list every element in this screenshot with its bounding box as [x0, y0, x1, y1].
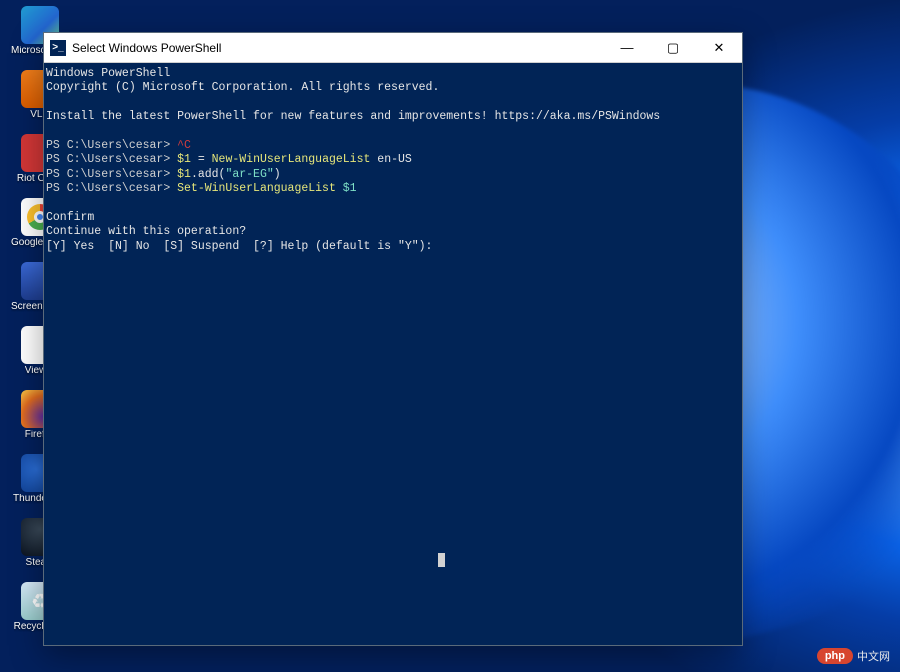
powershell-window: >_ Select Windows PowerShell — ▢ ✕ Windo…: [43, 32, 743, 646]
cmd-method: .add(: [191, 168, 226, 181]
cmd-var: $1: [177, 168, 191, 181]
terminal-blank: [46, 125, 740, 139]
prompt-text: PS C:\Users\cesar>: [46, 153, 177, 166]
ctrl-c: ^C: [177, 139, 191, 152]
terminal-line: PS C:\Users\cesar> $1.add("ar-EG"): [46, 168, 740, 182]
terminal-line: PS C:\Users\cesar> Set-WinUserLanguageLi…: [46, 182, 740, 196]
powershell-icon: >_: [50, 40, 66, 56]
terminal-line: PS C:\Users\cesar> $1 = New-WinUserLangu…: [46, 153, 740, 167]
terminal-cursor: [438, 553, 445, 567]
terminal-line: Install the latest PowerShell for new fe…: [46, 110, 740, 124]
terminal-confirm: Continue with this operation?: [46, 225, 740, 239]
cmd-close: ): [274, 168, 281, 181]
terminal-blank: [46, 196, 740, 210]
watermark: php 中文网: [817, 648, 890, 664]
window-buttons: — ▢ ✕: [604, 33, 742, 62]
cmd-string: "ar-EG": [225, 168, 273, 181]
minimize-button[interactable]: —: [604, 33, 650, 62]
terminal-line: Windows PowerShell: [46, 67, 740, 81]
window-title: Select Windows PowerShell: [72, 41, 604, 55]
maximize-button[interactable]: ▢: [650, 33, 696, 62]
cmd-arg: en-US: [370, 153, 411, 166]
terminal-blank: [46, 96, 740, 110]
terminal-confirm: [Y] Yes [N] No [S] Suspend [?] Help (def…: [46, 240, 740, 254]
cmd-var: $1: [177, 153, 191, 166]
window-titlebar[interactable]: >_ Select Windows PowerShell — ▢ ✕: [44, 33, 742, 63]
watermark-suffix: 中文网: [857, 648, 890, 664]
cmd-name: New-WinUserLanguageList: [212, 153, 371, 166]
cmd-eq: =: [191, 153, 212, 166]
terminal-line: Copyright (C) Microsoft Corporation. All…: [46, 81, 740, 95]
terminal-body[interactable]: Windows PowerShell Copyright (C) Microso…: [44, 63, 742, 645]
terminal-line: PS C:\Users\cesar> ^C: [46, 139, 740, 153]
prompt-text: PS C:\Users\cesar>: [46, 168, 177, 181]
prompt-text: PS C:\Users\cesar>: [46, 182, 177, 195]
close-button[interactable]: ✕: [696, 33, 742, 62]
cmd-name: Set-WinUserLanguageList: [177, 182, 336, 195]
cmd-arg: $1: [336, 182, 357, 195]
terminal-confirm: Confirm: [46, 211, 740, 225]
prompt-text: PS C:\Users\cesar>: [46, 139, 177, 152]
watermark-brand: php: [817, 648, 853, 664]
